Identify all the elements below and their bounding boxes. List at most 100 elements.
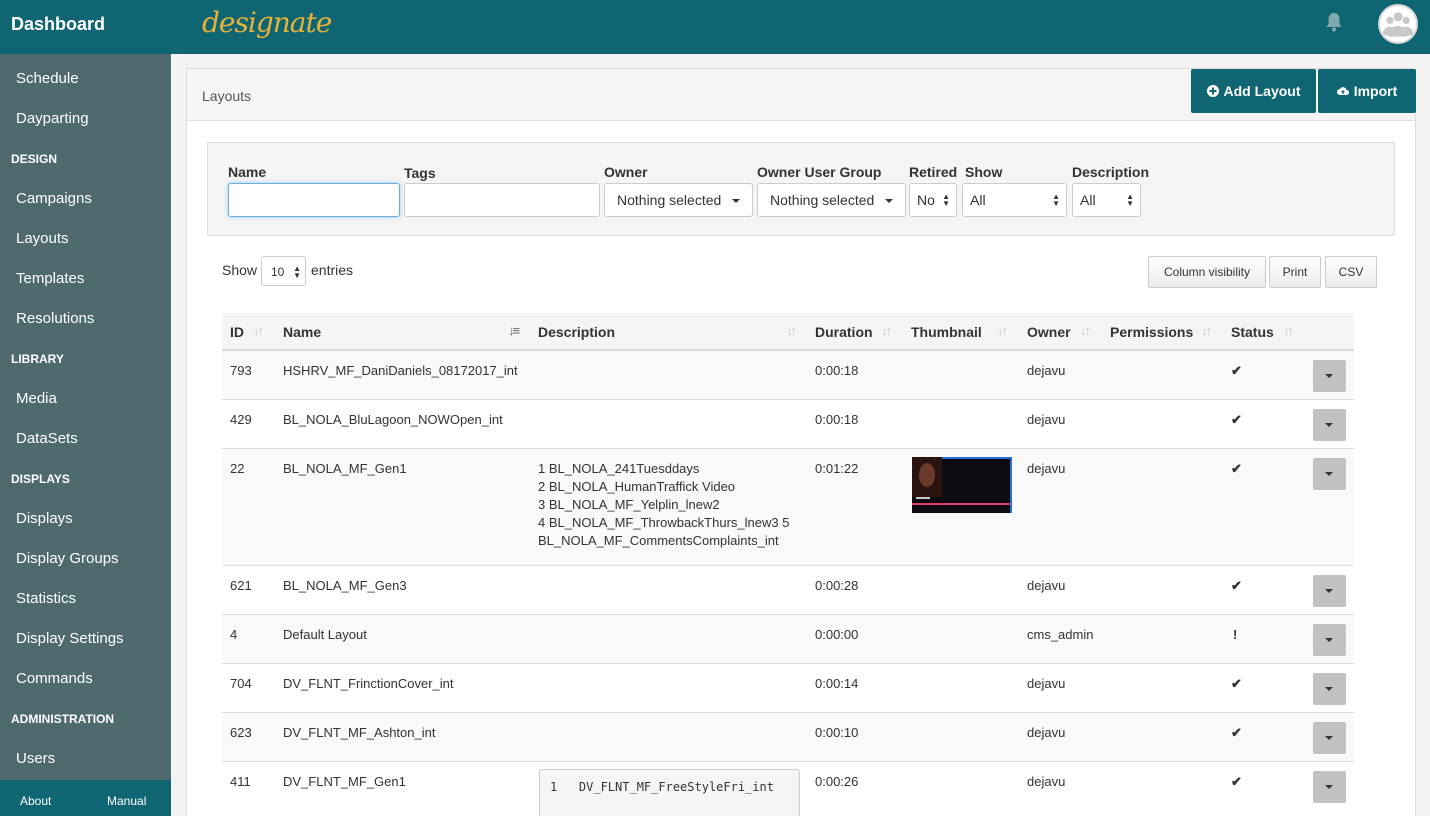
print-button[interactable]: Print [1269,256,1321,288]
table-row[interactable]: 623 DV_FLNT_MF_Ashton_int 0:00:10 dejavu… [222,713,1354,762]
row-duration: 0:00:18 [815,363,859,378]
column-header-id[interactable]: ID [230,324,244,340]
row-actions-dropdown-button[interactable] [1313,673,1346,705]
sidebar-header-administration: ADMINISTRATION [11,712,115,726]
sidebar-item-dayparting[interactable]: Dayparting [16,110,89,127]
row-description: 1 BL_NOLA_241Tuesddays 2 BL_NOLA_HumanTr… [538,460,789,550]
dashboard-link[interactable]: Dashboard [0,0,171,54]
row-actions-dropdown-button[interactable] [1313,458,1346,490]
sidebar-item-display-groups[interactable]: Display Groups [16,550,119,567]
designate-logo: designate [202,6,332,39]
sidebar-item-templates[interactable]: Templates [16,270,84,287]
owner-filter-value: Nothing selected [617,192,722,208]
description-filter-select[interactable]: All ▲ ▼ [1072,183,1141,217]
owner-group-filter-select[interactable]: Nothing selected [757,183,906,217]
cloud-upload-icon [1336,87,1349,95]
sort-icon: ↓↑ [253,323,264,338]
sidebar-item-resolutions[interactable]: Resolutions [16,310,94,327]
description-filter-label: Description [1072,164,1150,180]
sort-ascending-icon: ↓≡ [508,323,520,338]
sidebar-item-campaigns[interactable]: Campaigns [16,190,92,207]
user-avatar-icon[interactable] [1378,4,1418,44]
row-actions-dropdown-button[interactable] [1313,624,1346,656]
tags-filter-input[interactable] [404,183,600,217]
status-check-icon: ✔ [1231,774,1242,789]
layout-thumbnail[interactable] [912,457,1012,513]
bell-icon[interactable] [1322,10,1346,34]
row-id: 793 [230,363,252,378]
description-line: 4 BL_NOLA_MF_ThrowbackThurs_lnew3 5 [538,515,790,530]
status-warning-icon: ! [1233,627,1238,642]
layouts-panel: Layouts Add Layout Import Name Tags Owne… [186,68,1416,816]
import-button[interactable]: Import [1318,69,1416,113]
caret-down-icon [885,199,893,203]
sidebar-item-users[interactable]: Users [16,750,55,767]
table-row[interactable]: 793 HSHRV_MF_DaniDaniels_08172017_int 0:… [222,351,1354,400]
row-owner: dejavu [1027,363,1066,378]
column-header-permissions[interactable]: Permissions [1110,324,1193,340]
column-header-status[interactable]: Status [1231,324,1274,340]
row-duration: 0:00:18 [815,412,859,427]
show-entries-label: Show [222,262,258,278]
row-actions-dropdown-button[interactable] [1313,722,1346,754]
table-row[interactable]: 429 BL_NOLA_BluLagoon_NOWOpen_int 0:00:1… [222,400,1354,449]
entries-per-page-value: 10 [271,265,285,279]
status-check-icon: ✔ [1231,676,1242,691]
sidebar-item-layouts[interactable]: Layouts [16,230,69,247]
row-duration: 0:00:28 [815,578,859,593]
table-row[interactable]: 22 BL_NOLA_MF_Gen1 1 BL_NOLA_241Tuesdday… [222,449,1354,566]
row-description-code: 1 DV_FLNT_MF_FreeStyleFri_int [539,769,800,816]
column-header-description[interactable]: Description [538,324,615,340]
entries-per-page-select[interactable]: 10 ▲ ▼ [261,256,306,286]
column-visibility-button[interactable]: Column visibility [1148,256,1266,288]
show-filter-select[interactable]: All ▲ ▼ [962,183,1067,217]
status-check-icon: ✔ [1231,412,1242,427]
sort-icon: ↓↑ [1080,323,1091,338]
table-row[interactable]: 4 Default Layout 0:00:00 cms_admin ! [222,615,1354,664]
column-header-thumbnail[interactable]: Thumbnail [911,324,982,340]
sidebar-item-displays[interactable]: Displays [16,510,73,527]
sidebar-item-statistics[interactable]: Statistics [16,590,76,607]
status-check-icon: ✔ [1231,363,1242,378]
row-name: HSHRV_MF_DaniDaniels_08172017_int [283,363,518,378]
sidebar: Schedule Dayparting DESIGN Campaigns Lay… [0,54,171,816]
owner-group-filter-label: Owner User Group [757,164,882,180]
row-id: 22 [230,461,245,476]
column-header-duration[interactable]: Duration [815,324,873,340]
sidebar-item-schedule[interactable]: Schedule [16,70,79,87]
sidebar-item-commands[interactable]: Commands [16,670,93,687]
row-actions-dropdown-button[interactable] [1313,771,1346,803]
sidebar-item-display-settings[interactable]: Display Settings [16,630,124,647]
retired-filter-select[interactable]: No ▲ ▼ [909,183,957,217]
table-row[interactable]: 621 BL_NOLA_MF_Gen3 0:00:28 dejavu ✔ [222,566,1354,615]
table-row[interactable]: 704 DV_FLNT_FrinctionCover_int 0:00:14 d… [222,664,1354,713]
description-line: 3 BL_NOLA_MF_Yelplin_lnew2 [538,497,720,512]
table-row[interactable]: 411 DV_FLNT_MF_Gen1 1 DV_FLNT_MF_FreeSty… [222,762,1354,816]
row-owner: dejavu [1027,725,1066,740]
owner-filter-select[interactable]: Nothing selected [604,183,753,217]
row-id: 621 [230,578,252,593]
sidebar-item-datasets[interactable]: DataSets [16,430,78,447]
sidebar-item-media[interactable]: Media [16,390,57,407]
csv-button[interactable]: CSV [1325,256,1377,288]
row-id: 411 [230,774,251,789]
updown-arrows-icon: ▲ ▼ [293,264,301,280]
row-name: DV_FLNT_MF_Gen1 [283,774,406,789]
row-actions-dropdown-button[interactable] [1313,360,1346,392]
row-name: DV_FLNT_MF_Ashton_int [283,725,436,740]
column-header-name[interactable]: Name [283,324,321,340]
add-layout-button[interactable]: Add Layout [1191,69,1316,113]
row-id: 704 [230,676,252,691]
row-actions-dropdown-button[interactable] [1313,575,1346,607]
row-owner: dejavu [1027,461,1066,476]
column-header-owner[interactable]: Owner [1027,324,1071,340]
row-duration: 0:00:26 [815,774,859,789]
sort-icon: ↓↑ [1201,323,1212,338]
retired-filter-label: Retired [909,164,958,180]
about-link[interactable]: About [20,794,51,808]
manual-link[interactable]: Manual [107,794,146,808]
status-check-icon: ✔ [1231,578,1242,593]
add-layout-label: Add Layout [1223,83,1301,99]
row-actions-dropdown-button[interactable] [1313,409,1346,441]
name-filter-input[interactable] [228,183,400,217]
